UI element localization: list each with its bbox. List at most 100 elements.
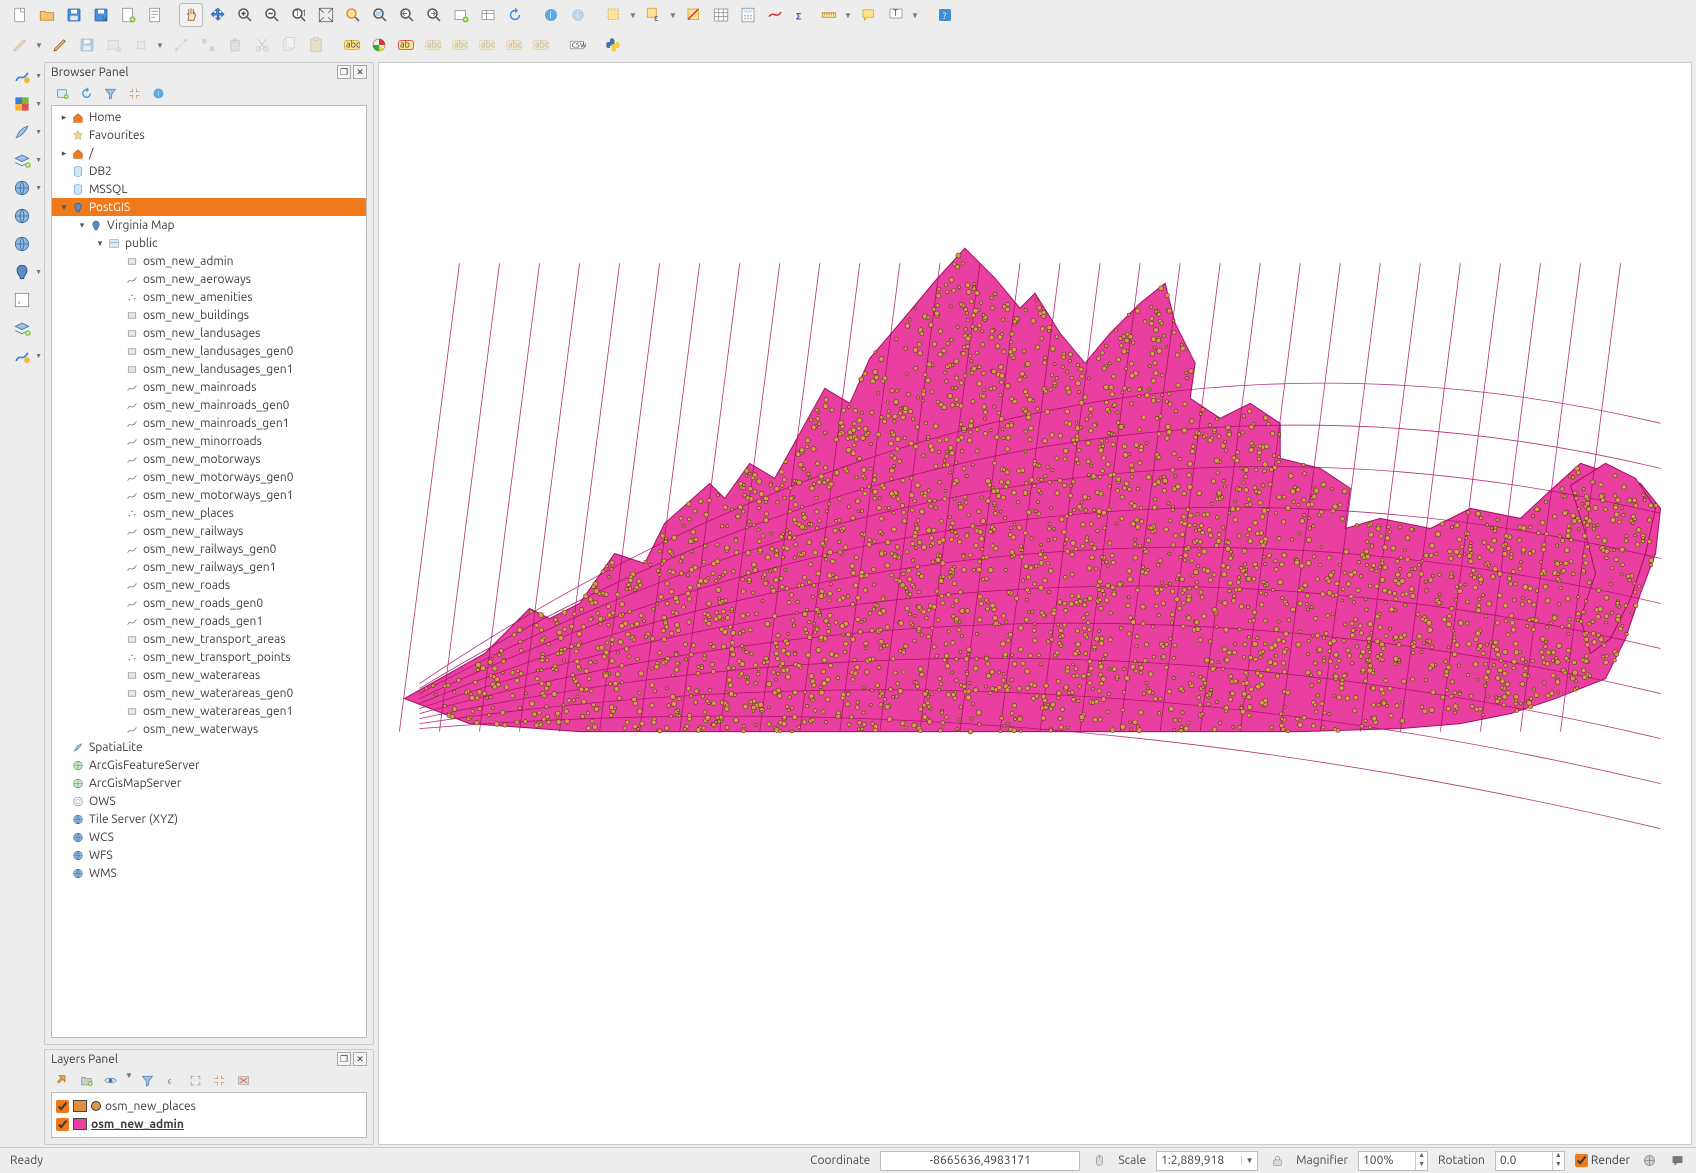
tree-item[interactable]: OWS <box>52 792 366 810</box>
help-button[interactable] <box>933 3 957 27</box>
new-project-button[interactable] <box>8 3 32 27</box>
tree-item[interactable]: osm_new_mainroads_gen1 <box>52 414 366 432</box>
tree-item[interactable]: ▸/ <box>52 144 366 162</box>
pan-to-selection-button[interactable] <box>206 3 230 27</box>
tree-twisty[interactable]: ▸ <box>58 148 70 159</box>
select-by-expression-button[interactable] <box>642 3 666 27</box>
open-project-button[interactable] <box>35 3 59 27</box>
tree-item[interactable]: osm_new_motorways_gen0 <box>52 468 366 486</box>
tree-item[interactable]: osm_new_waterareas <box>52 666 366 684</box>
new-map-view-button[interactable] <box>449 3 473 27</box>
new-print-layout-button[interactable] <box>116 3 140 27</box>
panel-undock-button[interactable]: ❐ <box>337 65 351 79</box>
zoom-in-button[interactable] <box>233 3 257 27</box>
tree-item[interactable]: osm_new_transport_areas <box>52 630 366 648</box>
layer-labeling-toolbar-icon[interactable] <box>763 3 787 27</box>
filter-legend-icon[interactable] <box>139 1071 157 1089</box>
tree-item[interactable]: osm_new_buildings <box>52 306 366 324</box>
tree-item[interactable]: ArcGisMapServer <box>52 774 366 792</box>
tree-item[interactable]: osm_new_landusages <box>52 324 366 342</box>
tree-item[interactable]: ▾public <box>52 234 366 252</box>
tree-item[interactable]: SpatiaLite <box>52 738 366 756</box>
tree-item[interactable]: osm_new_admin <box>52 252 366 270</box>
collapse-all-icon[interactable] <box>125 84 143 102</box>
zoom-last-button[interactable] <box>395 3 419 27</box>
add-spatialite-layer-button[interactable]: ▼ <box>8 120 36 144</box>
zoom-out-button[interactable] <box>260 3 284 27</box>
add-delimited-text-button[interactable]: , <box>8 288 36 312</box>
text-annotation-button[interactable] <box>884 3 908 27</box>
tree-item[interactable]: DB2 <box>52 162 366 180</box>
tree-item[interactable]: ▸Home <box>52 108 366 126</box>
tree-item[interactable]: ▾Virginia Map <box>52 216 366 234</box>
scale-dropdown-icon[interactable]: ▼ <box>1241 1156 1257 1165</box>
tree-item[interactable]: osm_new_minorroads <box>52 432 366 450</box>
tree-item[interactable]: osm_new_aeroways <box>52 270 366 288</box>
crs-status-icon[interactable] <box>1640 1152 1658 1170</box>
tree-item[interactable]: osm_new_railways <box>52 522 366 540</box>
render-checkbox[interactable]: Render <box>1575 1154 1630 1167</box>
tree-item[interactable]: osm_new_landusages_gen0 <box>52 342 366 360</box>
tree-item[interactable]: WCS <box>52 828 366 846</box>
zoom-next-button[interactable] <box>422 3 446 27</box>
new-shapefile-button[interactable] <box>8 316 36 340</box>
open-attribute-table-button[interactable] <box>709 3 733 27</box>
add-postgis-layer-button[interactable]: ▼ <box>8 260 36 284</box>
add-group-icon[interactable] <box>77 1071 95 1089</box>
tree-item[interactable]: osm_new_waterareas_gen0 <box>52 684 366 702</box>
python-console-button[interactable] <box>601 33 625 57</box>
coordinate-input[interactable] <box>880 1151 1080 1171</box>
layout-manager-button[interactable] <box>143 3 167 27</box>
tree-item[interactable]: osm_new_roads_gen1 <box>52 612 366 630</box>
tree-item[interactable]: osm_new_motorways <box>52 450 366 468</box>
panel-close-button[interactable]: ✕ <box>353 1052 367 1066</box>
tree-twisty[interactable]: ▾ <box>58 202 70 213</box>
panel-close-button[interactable]: ✕ <box>353 65 367 79</box>
layer-item[interactable]: osm_new_places <box>56 1097 362 1115</box>
highlight-pinned-labels-button[interactable]: ab <box>394 33 418 57</box>
style-dock-icon[interactable] <box>53 1071 71 1089</box>
tree-item[interactable]: osm_new_transport_points <box>52 648 366 666</box>
tree-twisty[interactable]: ▾ <box>94 238 106 249</box>
map-tips-button[interactable] <box>857 3 881 27</box>
add-wfs-layer-button[interactable] <box>8 232 36 256</box>
tree-item[interactable]: Favourites <box>52 126 366 144</box>
tree-item[interactable]: WFS <box>52 846 366 864</box>
scale-select[interactable]: ▼ <box>1156 1151 1258 1171</box>
statistics-button[interactable] <box>790 3 814 27</box>
add-virtual-layer-button[interactable]: ▼ <box>8 148 36 172</box>
messages-icon[interactable] <box>1668 1152 1686 1170</box>
filter-expression-icon[interactable]: ε <box>163 1071 181 1089</box>
layers-list[interactable]: osm_new_placesosm_new_admin <box>51 1092 367 1138</box>
tree-item[interactable]: osm_new_places <box>52 504 366 522</box>
annot-dropdown[interactable]: ▼ <box>911 11 921 20</box>
save-project-button[interactable] <box>62 3 86 27</box>
tree-item[interactable]: osm_new_mainroads <box>52 378 366 396</box>
add-layer-icon[interactable] <box>53 84 71 102</box>
show-bookmarks-button[interactable] <box>476 3 500 27</box>
expand-all-icon[interactable] <box>187 1071 205 1089</box>
zoom-layer-button[interactable] <box>368 3 392 27</box>
tree-item[interactable]: osm_new_railways_gen1 <box>52 558 366 576</box>
filter-browser-icon[interactable] <box>101 84 119 102</box>
identify-button[interactable] <box>539 3 563 27</box>
layer-diagram-button[interactable] <box>367 33 391 57</box>
field-calculator-button[interactable] <box>736 3 760 27</box>
selexpr-dropdown[interactable]: ▼ <box>669 11 679 20</box>
metasearch-button[interactable] <box>565 33 589 57</box>
properties-widget-icon[interactable] <box>149 84 167 102</box>
select-features-button[interactable] <box>602 3 626 27</box>
refresh-button[interactable] <box>503 3 527 27</box>
add-vector-layer-button[interactable]: ▼ <box>8 64 36 88</box>
tree-item[interactable]: ArcGisFeatureServer <box>52 756 366 774</box>
tree-item[interactable]: WMS <box>52 864 366 882</box>
tree-item[interactable]: ▾PostGIS <box>52 198 366 216</box>
save-project-as-button[interactable] <box>89 3 113 27</box>
new-geometry-layer-button[interactable]: ▼ <box>8 344 36 368</box>
tree-item[interactable]: osm_new_mainroads_gen0 <box>52 396 366 414</box>
browser-tree[interactable]: ▸HomeFavourites▸/DB2MSSQL▾PostGIS▾Virgin… <box>51 105 367 1038</box>
measure-dropdown[interactable]: ▼ <box>844 11 854 20</box>
rotation-spinbox[interactable]: ▲▼ <box>1495 1151 1565 1171</box>
add-wcs-layer-button[interactable] <box>8 204 36 228</box>
toggle-extents-icon[interactable] <box>1090 1152 1108 1170</box>
